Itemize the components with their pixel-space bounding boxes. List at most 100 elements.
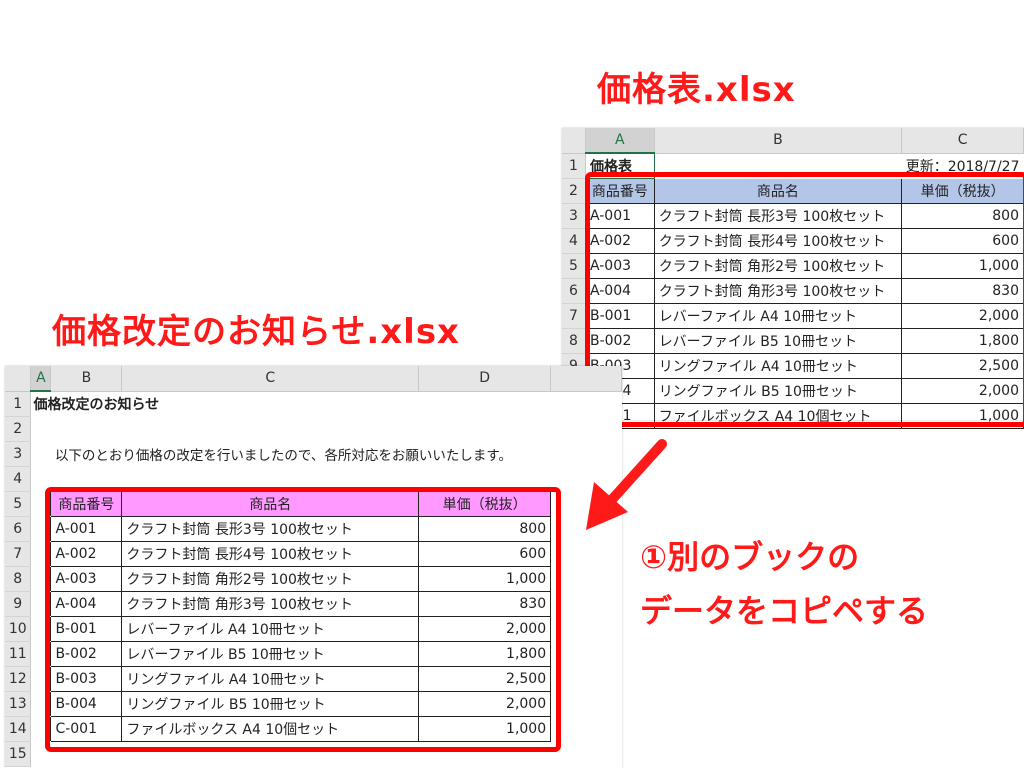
empty-cell[interactable]	[31, 592, 51, 617]
column-header-d[interactable]: D	[418, 366, 552, 392]
header-product-name[interactable]: 商品名	[121, 491, 420, 517]
product-name-cell[interactable]: リングファイル B5 10冊セット	[653, 378, 903, 404]
product-name-cell[interactable]: クラフト封筒 角形3号 100枚セット	[653, 278, 903, 304]
empty-cell[interactable]	[31, 717, 51, 742]
column-header-b[interactable]: B	[50, 366, 123, 392]
empty-cell[interactable]	[31, 567, 51, 592]
unit-price-cell[interactable]: 2,000	[901, 303, 1024, 329]
row-header[interactable]: 1	[5, 391, 32, 417]
empty-cell[interactable]	[551, 592, 622, 617]
empty-cell[interactable]	[419, 391, 551, 417]
product-name-cell[interactable]: レバーファイル A4 10冊セット	[121, 616, 420, 642]
empty-row[interactable]	[31, 467, 622, 492]
row-header[interactable]: 4	[5, 466, 32, 492]
product-name-cell[interactable]: リングファイル A4 10冊セット	[653, 353, 903, 379]
unit-price-cell[interactable]: 800	[901, 203, 1024, 229]
product-code-cell[interactable]: C-001	[50, 716, 123, 742]
select-all-corner[interactable]	[562, 128, 586, 154]
row-header[interactable]: 1	[562, 153, 586, 179]
product-name-cell[interactable]: ファイルボックス A4 10個セット	[653, 403, 903, 429]
unit-price-cell[interactable]: 1,800	[901, 328, 1024, 354]
empty-cell[interactable]	[551, 542, 622, 567]
product-code-cell[interactable]: A-002	[50, 541, 123, 567]
empty-row[interactable]	[31, 417, 622, 442]
product-name-cell[interactable]: レバーファイル B5 10冊セット	[653, 328, 903, 354]
row-header[interactable]: 2	[562, 178, 586, 204]
header-product-code[interactable]: 商品番号	[584, 178, 655, 204]
unit-price-cell[interactable]: 1,000	[418, 566, 552, 592]
product-code-cell[interactable]: B-004	[50, 691, 123, 717]
product-name-cell[interactable]: クラフト封筒 長形3号 100枚セット	[653, 203, 903, 229]
empty-cell[interactable]	[31, 542, 51, 567]
unit-price-cell[interactable]: 1,000	[418, 716, 552, 742]
empty-cell[interactable]	[551, 717, 622, 742]
empty-cell[interactable]	[31, 492, 51, 517]
sheet-title-cell[interactable]: 価格表	[584, 152, 655, 179]
unit-price-cell[interactable]: 2,500	[418, 666, 552, 692]
product-name-cell[interactable]: レバーファイル A4 10冊セット	[653, 303, 903, 329]
product-name-cell[interactable]: クラフト封筒 長形4号 100枚セット	[121, 541, 420, 567]
product-name-cell[interactable]: ファイルボックス A4 10個セット	[121, 716, 420, 742]
empty-cell[interactable]	[551, 567, 622, 592]
empty-row[interactable]	[31, 742, 622, 767]
row-header[interactable]: 8	[562, 328, 586, 354]
empty-cell[interactable]	[551, 692, 622, 717]
empty-cell[interactable]	[31, 442, 51, 467]
empty-cell[interactable]	[31, 692, 51, 717]
product-code-cell[interactable]: A-003	[584, 253, 655, 279]
row-header[interactable]: 12	[5, 666, 32, 692]
unit-price-cell[interactable]: 1,000	[901, 253, 1024, 279]
row-header[interactable]: 3	[562, 203, 586, 229]
row-header[interactable]: 5	[5, 491, 32, 517]
unit-price-cell[interactable]: 830	[901, 278, 1024, 304]
row-header[interactable]: 5	[562, 253, 586, 279]
unit-price-cell[interactable]: 830	[418, 591, 552, 617]
empty-cell[interactable]	[31, 517, 51, 542]
row-header[interactable]: 15	[5, 741, 32, 767]
row-header[interactable]: 8	[5, 566, 32, 592]
empty-cell[interactable]	[31, 642, 51, 667]
column-header-c[interactable]: C	[901, 128, 1024, 154]
row-header[interactable]: 6	[562, 278, 586, 304]
empty-cell[interactable]	[551, 391, 622, 417]
row-header[interactable]: 9	[5, 591, 32, 617]
product-code-cell[interactable]: B-002	[584, 328, 655, 354]
product-name-cell[interactable]: クラフト封筒 角形2号 100枚セット	[121, 566, 420, 592]
unit-price-cell[interactable]: 1,000	[901, 403, 1024, 429]
header-product-name[interactable]: 商品名	[653, 178, 903, 204]
notice-message-cell[interactable]: 以下のとおり価格の改定を行いましたので、各所対応をお願いいたします。	[51, 442, 622, 467]
product-name-cell[interactable]: クラフト封筒 角形2号 100枚セット	[653, 253, 903, 279]
row-header[interactable]: 7	[5, 541, 32, 567]
header-product-code[interactable]: 商品番号	[50, 491, 123, 517]
empty-cell[interactable]	[551, 642, 622, 667]
empty-cell[interactable]	[551, 617, 622, 642]
unit-price-cell[interactable]: 600	[418, 541, 552, 567]
row-header[interactable]: 3	[5, 441, 32, 467]
empty-cell[interactable]	[654, 153, 901, 179]
product-code-cell[interactable]: B-001	[50, 616, 123, 642]
product-code-cell[interactable]: B-001	[584, 303, 655, 329]
row-header[interactable]: 4	[562, 228, 586, 254]
unit-price-cell[interactable]: 2,000	[418, 691, 552, 717]
unit-price-cell[interactable]: 600	[901, 228, 1024, 254]
product-code-cell[interactable]: B-002	[50, 641, 123, 667]
product-code-cell[interactable]: A-002	[584, 228, 655, 254]
header-unit-price[interactable]: 単価（税抜）	[418, 491, 552, 517]
product-code-cell[interactable]: A-004	[584, 278, 655, 304]
row-header[interactable]: 11	[5, 641, 32, 667]
column-header-a[interactable]: A	[30, 366, 52, 392]
column-header-e[interactable]	[550, 366, 622, 392]
column-header-c[interactable]: C	[121, 366, 420, 392]
empty-cell[interactable]	[31, 617, 51, 642]
row-header[interactable]: 6	[5, 516, 32, 542]
updated-date-cell[interactable]: 更新：2018/7/27	[902, 153, 1024, 179]
product-code-cell[interactable]: A-001	[584, 203, 655, 229]
product-code-cell[interactable]: A-003	[50, 566, 123, 592]
product-name-cell[interactable]: クラフト封筒 長形4号 100枚セット	[653, 228, 903, 254]
product-code-cell[interactable]: B-003	[50, 666, 123, 692]
product-name-cell[interactable]: リングファイル B5 10冊セット	[121, 691, 420, 717]
unit-price-cell[interactable]: 2,000	[901, 378, 1024, 404]
column-header-b[interactable]: B	[654, 128, 903, 154]
unit-price-cell[interactable]: 2,000	[418, 616, 552, 642]
header-unit-price[interactable]: 単価（税抜）	[901, 178, 1024, 204]
